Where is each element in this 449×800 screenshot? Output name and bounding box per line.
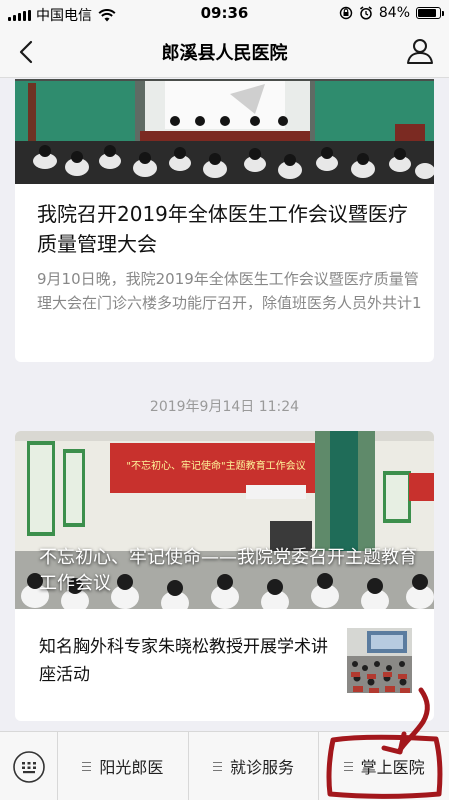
- battery-icon: [416, 7, 444, 19]
- menu-item-mobile-hospital[interactable]: 掌上医院: [319, 732, 449, 800]
- submenu-icon: [82, 761, 92, 771]
- bottom-menu-bar: 阳光郎医 就诊服务 掌上医院: [0, 731, 449, 800]
- message-timestamp: 2019年9月14日 11:24: [149, 399, 300, 415]
- battery-level: [418, 9, 436, 17]
- article-cover-image[interactable]: "不忘初心、牢记使命"主题教育工作会议 不忘初心、牢记使命——我院党委召开主题教…: [15, 431, 434, 609]
- sub-article-title[interactable]: 知名胸外科专家朱晓松教授开展学术讲座活动: [39, 633, 339, 689]
- menu-item-label: 掌上医院: [360, 758, 425, 777]
- article-title[interactable]: 我院召开2019年全体医生工作会议暨医疗质量管理大会: [37, 199, 417, 259]
- user-icon[interactable]: [405, 36, 435, 66]
- alarm-icon: [359, 6, 372, 20]
- article-cover-image: [15, 79, 434, 184]
- submenu-icon: [343, 761, 353, 771]
- menu-item-label: 阳光郎医: [99, 758, 164, 777]
- article-group-card[interactable]: "不忘初心、牢记使命"主题教育工作会议 不忘初心、牢记使命——我院党委召开主题教…: [15, 431, 434, 721]
- keyboard-icon: [12, 750, 45, 783]
- banner-sign-text: "不忘初心、牢记使命"主题教育工作会议: [126, 461, 306, 472]
- article-title[interactable]: 不忘初心、牢记使命——我院党委召开主题教育工作会议: [39, 545, 419, 597]
- article-summary: 9月10日晚，我院2019年全体医生工作会议暨医疗质量管理大会在门诊六楼多功能厅…: [37, 270, 422, 312]
- status-right: 84%: [339, 5, 444, 21]
- menu-item-services[interactable]: 就诊服务: [189, 732, 320, 800]
- sub-article-thumbnail[interactable]: [347, 628, 412, 693]
- rotation-lock-icon: [339, 6, 353, 20]
- message-feed[interactable]: 我院召开2019年全体医生工作会议暨医疗质量管理大会 9月10日晚，我院2019…: [0, 79, 449, 731]
- menu-item-label: 就诊服务: [230, 758, 295, 777]
- article-card[interactable]: 我院召开2019年全体医生工作会议暨医疗质量管理大会 9月10日晚，我院2019…: [15, 79, 434, 362]
- keyboard-toggle-button[interactable]: [0, 732, 58, 800]
- navigation-bar: 郎溪县人民医院: [0, 26, 449, 78]
- status-bar: 中国电信 09:36 84%: [0, 0, 449, 26]
- page-title: 郎溪县人民医院: [161, 43, 288, 64]
- submenu-icon: [213, 761, 222, 771]
- battery-percent: 84%: [378, 5, 410, 21]
- menu-item-sunshine[interactable]: 阳光郎医: [58, 732, 189, 800]
